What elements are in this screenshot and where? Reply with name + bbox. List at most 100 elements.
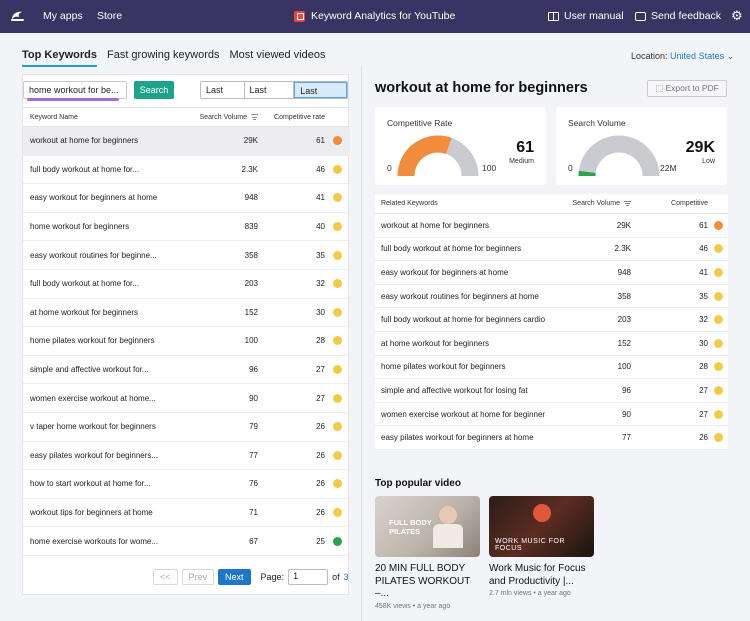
table-row[interactable]: full body workout at home for... 203 32 [23,270,350,299]
export-icon: ⬚ [655,83,664,93]
volume-level: Low [702,158,715,165]
related-header-volume[interactable]: Search Volume [545,200,631,207]
table-row[interactable]: home exercise workouts for wome... 67 25 [23,527,350,556]
row-keyword[interactable]: v taper home workout for beginners [23,422,183,431]
export-pdf-button[interactable]: ⬚ Export to PDF [647,80,727,97]
first-page-button[interactable]: << [153,569,178,585]
row-keyword[interactable]: workout at home for beginners [23,136,183,145]
related-keyword[interactable]: at home workout for beginners [375,339,545,348]
row-keyword[interactable]: full body workout at home for... [23,279,183,288]
row-keyword[interactable]: home pilates workout for beginners [23,336,183,345]
table-row[interactable]: home workout for beginners 839 40 [23,213,350,242]
table-row[interactable]: at home workout for beginners 152 30 [23,299,350,328]
video-card-1[interactable]: FULL BODY PILATES 20 MIN FULL BODY PILAT… [375,496,480,610]
next-page-button[interactable]: Next [218,569,251,585]
video-thumbnail[interactable]: FULL BODY PILATES [375,496,480,557]
related-row[interactable]: simple and affective workout for losing … [375,379,728,403]
header-rate[interactable]: Competitive rate [258,114,325,121]
row-keyword[interactable]: workout tips for beginners at home [23,508,183,517]
related-keyword[interactable]: easy workout for beginners at home [375,268,545,277]
range-last-week[interactable]: Last Week [244,82,295,98]
header-volume[interactable]: Search Volume [183,114,258,121]
video-title[interactable]: Work Music for Focus and Productivity |.… [489,563,594,588]
row-keyword[interactable]: easy workout for beginners at home [23,193,183,202]
related-row[interactable]: easy pilates workout for beginners at ho… [375,426,728,450]
table-row[interactable]: workout tips for beginners at home 71 26 [23,499,350,528]
related-header-keyword[interactable]: Related Keywords [375,200,545,207]
related-row[interactable]: easy workout for beginners at home 948 41 [375,261,728,285]
video-thumbnail[interactable]: WORK MUSIC FOR FOCUS [489,496,594,557]
table-row[interactable]: simple and affective workout for... 96 27 [23,356,350,385]
user-manual-label: User manual [564,10,624,22]
search-button[interactable]: Search [134,81,174,99]
gear-icon[interactable]: ⚙ [731,9,743,22]
video-title[interactable]: 20 MIN FULL BODY PILATES WORKOUT –... [375,563,480,601]
related-row[interactable]: at home workout for beginners 152 30 [375,332,728,356]
table-row[interactable]: home pilates workout for beginners 100 28 [23,327,350,356]
related-rate: 46 [699,244,708,254]
keyword-search-input[interactable]: home workout for be... [23,81,127,99]
sort-icon[interactable] [624,200,631,207]
related-keyword[interactable]: simple and affective workout for losing … [375,386,545,395]
related-keyword[interactable]: full body workout at home for beginners … [375,315,545,324]
table-row[interactable]: v taper home workout for beginners 79 26 [23,413,350,442]
row-keyword[interactable]: how to start workout at home for... [23,479,183,488]
related-row[interactable]: full body workout at home for beginners … [375,308,728,332]
table-row[interactable]: easy workout routines for beginne... 358 3… [23,241,350,270]
related-keyword[interactable]: women exercise workout at home for begin… [375,410,545,419]
table-row[interactable]: women exercise workout at home... 90 27 [23,384,350,413]
row-keyword[interactable]: home workout for beginners [23,222,183,231]
row-keyword[interactable]: full body workout at home for... [23,165,183,174]
table-row[interactable]: how to start workout at home for... 76 26 [23,470,350,499]
sort-icon[interactable] [251,114,258,120]
table-row[interactable]: easy workout for beginners at home 948 41 [23,184,350,213]
nav-store[interactable]: Store [97,10,122,22]
table-row[interactable]: easy pilates workout for beginners... 77 2… [23,442,350,471]
related-header-rate[interactable]: Competitive [631,200,708,207]
table-row[interactable]: full body workout at home for... 2.3K 46 [23,156,350,185]
row-keyword[interactable]: women exercise workout at home... [23,394,183,403]
related-keyword[interactable]: full body workout at home for beginners [375,244,545,253]
row-keyword[interactable]: at home workout for beginners [23,308,183,317]
app-logo-icon[interactable] [10,9,26,23]
row-volume: 948 [244,193,258,203]
related-keyword[interactable]: easy pilates workout for beginners at ho… [375,433,545,442]
nav-my-apps[interactable]: My apps [43,10,83,22]
related-row[interactable]: easy workout routines for beginners at h… [375,285,728,309]
row-dot-cell [325,307,350,317]
top-bar: My apps Store Keyword Analytics for YouT… [0,0,750,33]
page-label: Page: [260,572,285,582]
related-keyword[interactable]: easy workout routines for beginners at h… [375,292,545,301]
location-value[interactable]: United States [670,51,724,61]
related-volume: 203 [617,315,631,325]
tab-most-viewed[interactable]: Most viewed videos [229,49,325,67]
related-dot-cell [708,362,728,372]
related-rate: 28 [699,362,708,372]
send-feedback-link[interactable]: Send feedback [635,10,721,22]
related-row[interactable]: full body workout at home for beginners 2… [375,238,728,262]
user-manual-link[interactable]: User manual [548,10,624,22]
popular-video-title: Top popular video [375,478,461,489]
related-keyword[interactable]: workout at home for beginners [375,221,545,230]
row-keyword[interactable]: home exercise workouts for wome... [23,537,183,546]
related-row[interactable]: home pilates workout for beginners 100 28 [375,356,728,380]
row-keyword[interactable]: simple and affective workout for... [23,365,183,374]
related-row[interactable]: women exercise workout at home for begin… [375,403,728,427]
range-last-month[interactable]: Last Month [294,82,347,98]
header-keyword[interactable]: Keyword Name [23,114,183,121]
row-keyword[interactable]: easy workout routines for beginne... [23,251,183,260]
tab-top-keywords[interactable]: Top Keywords [22,49,97,67]
table-row[interactable]: workout at home for beginners 29K 61 [23,127,350,156]
location-selector[interactable]: Location: United States ⌄ [631,51,734,62]
page-total[interactable]: 3 [344,572,349,582]
page-of-label: of [332,572,340,582]
volume-max: 22M [660,163,677,173]
prev-page-button[interactable]: Prev [181,569,215,585]
page-input[interactable]: 1 [288,569,329,585]
tab-fast-growing[interactable]: Fast growing keywords [107,49,220,67]
video-card-2[interactable]: WORK MUSIC FOR FOCUS Work Music for Focu… [489,496,594,597]
related-keyword[interactable]: home pilates workout for beginners [375,362,545,371]
row-keyword[interactable]: easy pilates workout for beginners... [23,451,183,460]
related-row[interactable]: workout at home for beginners 29K 61 [375,214,728,238]
range-last-day[interactable]: Last Day [201,82,245,98]
